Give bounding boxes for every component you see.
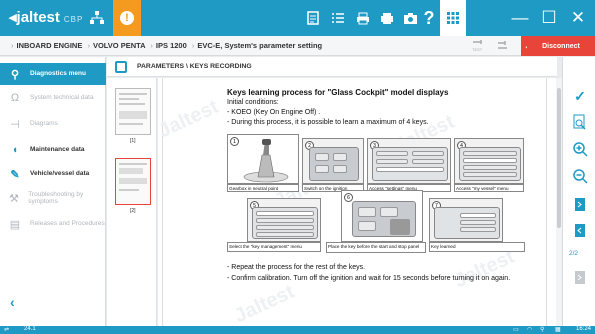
document-text: Initial conditions: (227, 99, 279, 106)
list-icon[interactable] (327, 0, 349, 36)
hub-icon[interactable] (84, 0, 110, 36)
last-page-icon[interactable] (571, 270, 589, 288)
document-icon: ▤ (9, 218, 21, 231)
sidebar-item-vehicle-data[interactable]: ✎ Vehicle/vessel data (0, 163, 106, 185)
top-bar: ◂jaltest CBP ! ? — ☐ ✕ (0, 0, 595, 36)
wrench-icon: ✎ (10, 168, 20, 181)
document-text: - During this process, it is possible to… (227, 119, 429, 126)
connector-icon[interactable] (495, 39, 513, 53)
step-caption: Access "my vessel" menu (454, 184, 524, 192)
content-header: PARAMETERS \ KEYS RECORDING (107, 57, 557, 77)
minimize-icon[interactable]: — (507, 0, 533, 36)
chevron-left-icon[interactable]: ‹ (10, 294, 15, 310)
page-indicator: 2/2 (569, 250, 579, 257)
step-image-my-vessel: 4 (454, 138, 524, 184)
step-image-key-management: 5 (247, 198, 321, 242)
oil-can-icon: ◖ (11, 144, 19, 156)
warning-icon[interactable]: ! (113, 0, 141, 36)
search-document-icon[interactable] (571, 114, 589, 132)
zoom-in-icon[interactable] (571, 142, 589, 160)
version-label: 24.1 (24, 326, 36, 332)
sidebar-item-troubleshooting[interactable]: ⚒ Troubleshooting by symptoms (0, 187, 106, 209)
printer-alt-icon[interactable] (376, 0, 398, 36)
usb-icon: ⇌ (4, 327, 10, 333)
step-image-key-learned: 7 (429, 198, 503, 242)
calendar-icon: ▦ (555, 327, 561, 333)
svg-text:TEST: TEST (472, 47, 483, 52)
sidebar-item-label: Releases and Procedures (30, 220, 105, 228)
watermark: Jaltest (231, 280, 298, 328)
step-caption: Place the key before the start and stop … (326, 242, 426, 253)
document-text: - Confirm calibration. Turn off the igni… (227, 275, 511, 282)
sidebar-item-diagnostics[interactable]: ⚲ Diagnostics menu (0, 63, 106, 85)
document-title: Keys learning process for "Glass Cockpit… (227, 88, 449, 97)
step-caption: Key learned (429, 242, 525, 252)
ohm-icon: Ω (10, 92, 20, 104)
app-logo: ◂jaltest CBP (9, 9, 84, 26)
help-icon[interactable]: ? (418, 0, 440, 36)
document-text: - Repeat the process for the rest of the… (227, 264, 366, 271)
step-image-gearbox: 1 (227, 134, 299, 184)
zoom-out-icon[interactable] (571, 169, 589, 187)
parameters-icon (115, 61, 127, 73)
document-viewer: Jaltest Jaltest Jaltest Jaltest Jaltest … (155, 78, 556, 328)
watermark: Jaltest (155, 95, 222, 143)
page-title: PARAMETERS \ KEYS RECORDING (137, 63, 252, 70)
next-page-icon[interactable] (571, 197, 589, 215)
troubleshoot-icon: ⚒ (9, 192, 20, 205)
step-caption: Gearbox in neutral point (227, 184, 299, 192)
right-toolbar: ✓ 2/2 (562, 57, 595, 326)
grid-icon[interactable] (440, 0, 466, 36)
breadcrumb-path: › INBOARD ENGINE › VOLVO PENTA › IPS 1200 ›… (11, 41, 323, 50)
maximize-icon[interactable]: ☐ (536, 0, 562, 36)
sidebar-item-label: System technical data (30, 94, 94, 102)
diagnostics-icon: ⚲ (10, 68, 20, 81)
sidebar-item-label: Vehicle/vessel data (30, 170, 90, 178)
step-caption: Select the "key management" menu (227, 242, 321, 252)
step-image-place-key: 6 (341, 190, 423, 242)
screen-icon: ▭ (513, 327, 519, 333)
page-thumbnail[interactable] (115, 88, 151, 135)
step-image-ignition: 2 (302, 138, 364, 184)
sidebar-item-label: Maintenance data (30, 146, 85, 154)
sidebar-item-label: Troubleshooting by symptoms (28, 190, 84, 205)
disconnect-label: Disconnect (542, 42, 580, 50)
document-icon[interactable] (302, 0, 324, 36)
page-thumbnails: [1] [2] (107, 78, 157, 326)
sidebar-item-label: Diagrams (30, 120, 58, 128)
sidebar-item-technical-data[interactable]: Ω System technical data (0, 87, 106, 109)
test-plug-icon[interactable]: TEST (470, 39, 488, 53)
search-icon: ⚲ (540, 327, 545, 333)
sidebar-item-diagrams[interactable]: ⊣ Diagrams (0, 113, 106, 135)
diagram-icon: ⊣ (10, 118, 20, 131)
document-page: Jaltest Jaltest Jaltest Jaltest Jaltest … (155, 78, 547, 328)
close-icon[interactable]: ✕ (565, 0, 591, 36)
disconnect-button[interactable]: Disconnect (527, 36, 595, 56)
breadcrumb-item[interactable]: VOLVO PENTA (93, 41, 145, 50)
page-thumbnail-selected[interactable] (115, 158, 151, 205)
scrollbar-thumb[interactable] (557, 88, 561, 228)
thumbnail-number: [1] (130, 138, 136, 144)
checkmark-icon[interactable]: ✓ (571, 87, 589, 105)
thumbnail-number: [2] (130, 208, 136, 214)
clock: 16:24 (575, 326, 591, 332)
watermark: Jaltest (451, 245, 518, 293)
breadcrumb-item[interactable]: IPS 1200 (156, 41, 187, 50)
printer-icon[interactable] (352, 0, 374, 36)
previous-page-icon[interactable] (571, 223, 589, 241)
breadcrumb-item[interactable]: EVC-E, System's parameter setting (197, 41, 322, 50)
sidebar-item-label: Diagnostics menu (30, 70, 86, 78)
breadcrumb: › INBOARD ENGINE › VOLVO PENTA › IPS 1200 ›… (0, 36, 595, 56)
step-image-settings: 3 (367, 138, 451, 184)
sidebar-item-releases[interactable]: ▤ Releases and Procedures (0, 213, 106, 235)
wifi-icon: ◠ (527, 327, 533, 333)
status-bar: ⇌ 24.1 ▭ ◠ ⚲ ▦ 16:24 (0, 326, 595, 334)
sidebar: ⚲ Diagnostics menu Ω System technical da… (0, 57, 106, 326)
document-text: - KOEO (Key On Engine Off) . (227, 109, 321, 116)
sidebar-item-maintenance[interactable]: ◖ Maintenance data (0, 139, 106, 161)
breadcrumb-item[interactable]: INBOARD ENGINE (17, 41, 83, 50)
